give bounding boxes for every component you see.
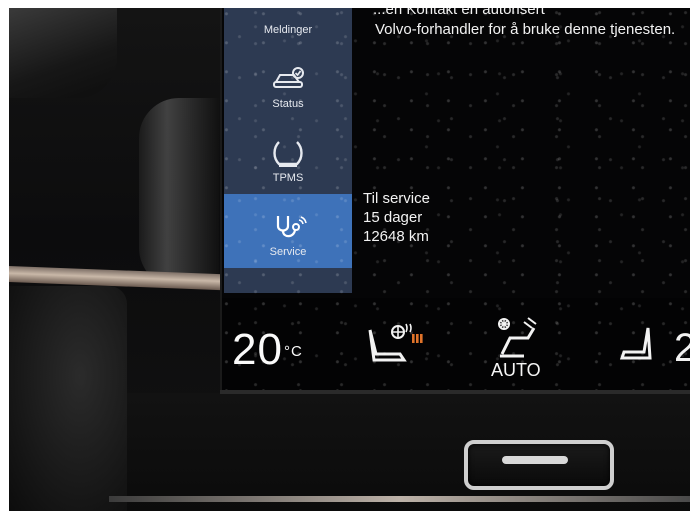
infotainment-screen: Meldinger Status TPMS Service ...en Kont… [220, 8, 690, 390]
temperature-control[interactable]: 20°C [232, 328, 303, 372]
seat-heat-icon[interactable] [364, 320, 424, 371]
sidebar-item-label: Service [269, 246, 307, 258]
hazard-button-housing[interactable] [464, 440, 614, 490]
sidebar-item-label: Meldinger [263, 24, 313, 36]
service-distance-remaining: 12648 km [363, 228, 429, 245]
sidebar-item-meldinger[interactable]: Meldinger [224, 8, 352, 46]
info-text-line1: ...en Kontakt en autorisert [373, 8, 545, 18]
car-status-icon [268, 64, 308, 94]
photo-frame: Meldinger Status TPMS Service ...en Kont… [9, 8, 690, 511]
sidebar-item-tpms[interactable]: TPMS [224, 120, 352, 194]
air-vent [139, 98, 219, 288]
temperature-value: 20 [232, 325, 283, 374]
service-days-remaining: 15 dager [363, 209, 423, 226]
sidebar-item-status[interactable]: Status [224, 46, 352, 120]
sidebar-item-label: TPMS [272, 172, 304, 184]
climate-auto-button[interactable]: AUTO [491, 360, 541, 381]
sidebar-item-label: Status [272, 98, 304, 110]
temperature-unit: °C [283, 343, 303, 360]
lower-chrome-trim [109, 496, 690, 502]
service-stethoscope-icon [268, 212, 308, 242]
tire-pressure-icon [268, 138, 308, 168]
fan-airflow-icon[interactable] [494, 314, 550, 365]
leather-panel [9, 286, 127, 511]
info-text-line2: Volvo-forhandler for å bruke denne tjene… [375, 21, 676, 38]
passenger-temperature-partial[interactable]: 2 [674, 328, 690, 368]
passenger-seat-icon[interactable] [618, 324, 658, 369]
car-functions-sidebar: Meldinger Status TPMS Service [224, 8, 352, 293]
hazard-button[interactable] [502, 456, 568, 464]
dashboard-trim [9, 8, 117, 98]
climate-bar: 20°C AUTO 2 [222, 298, 690, 390]
service-heading: Til service [363, 190, 430, 207]
sidebar-item-service[interactable]: Service [224, 194, 352, 268]
